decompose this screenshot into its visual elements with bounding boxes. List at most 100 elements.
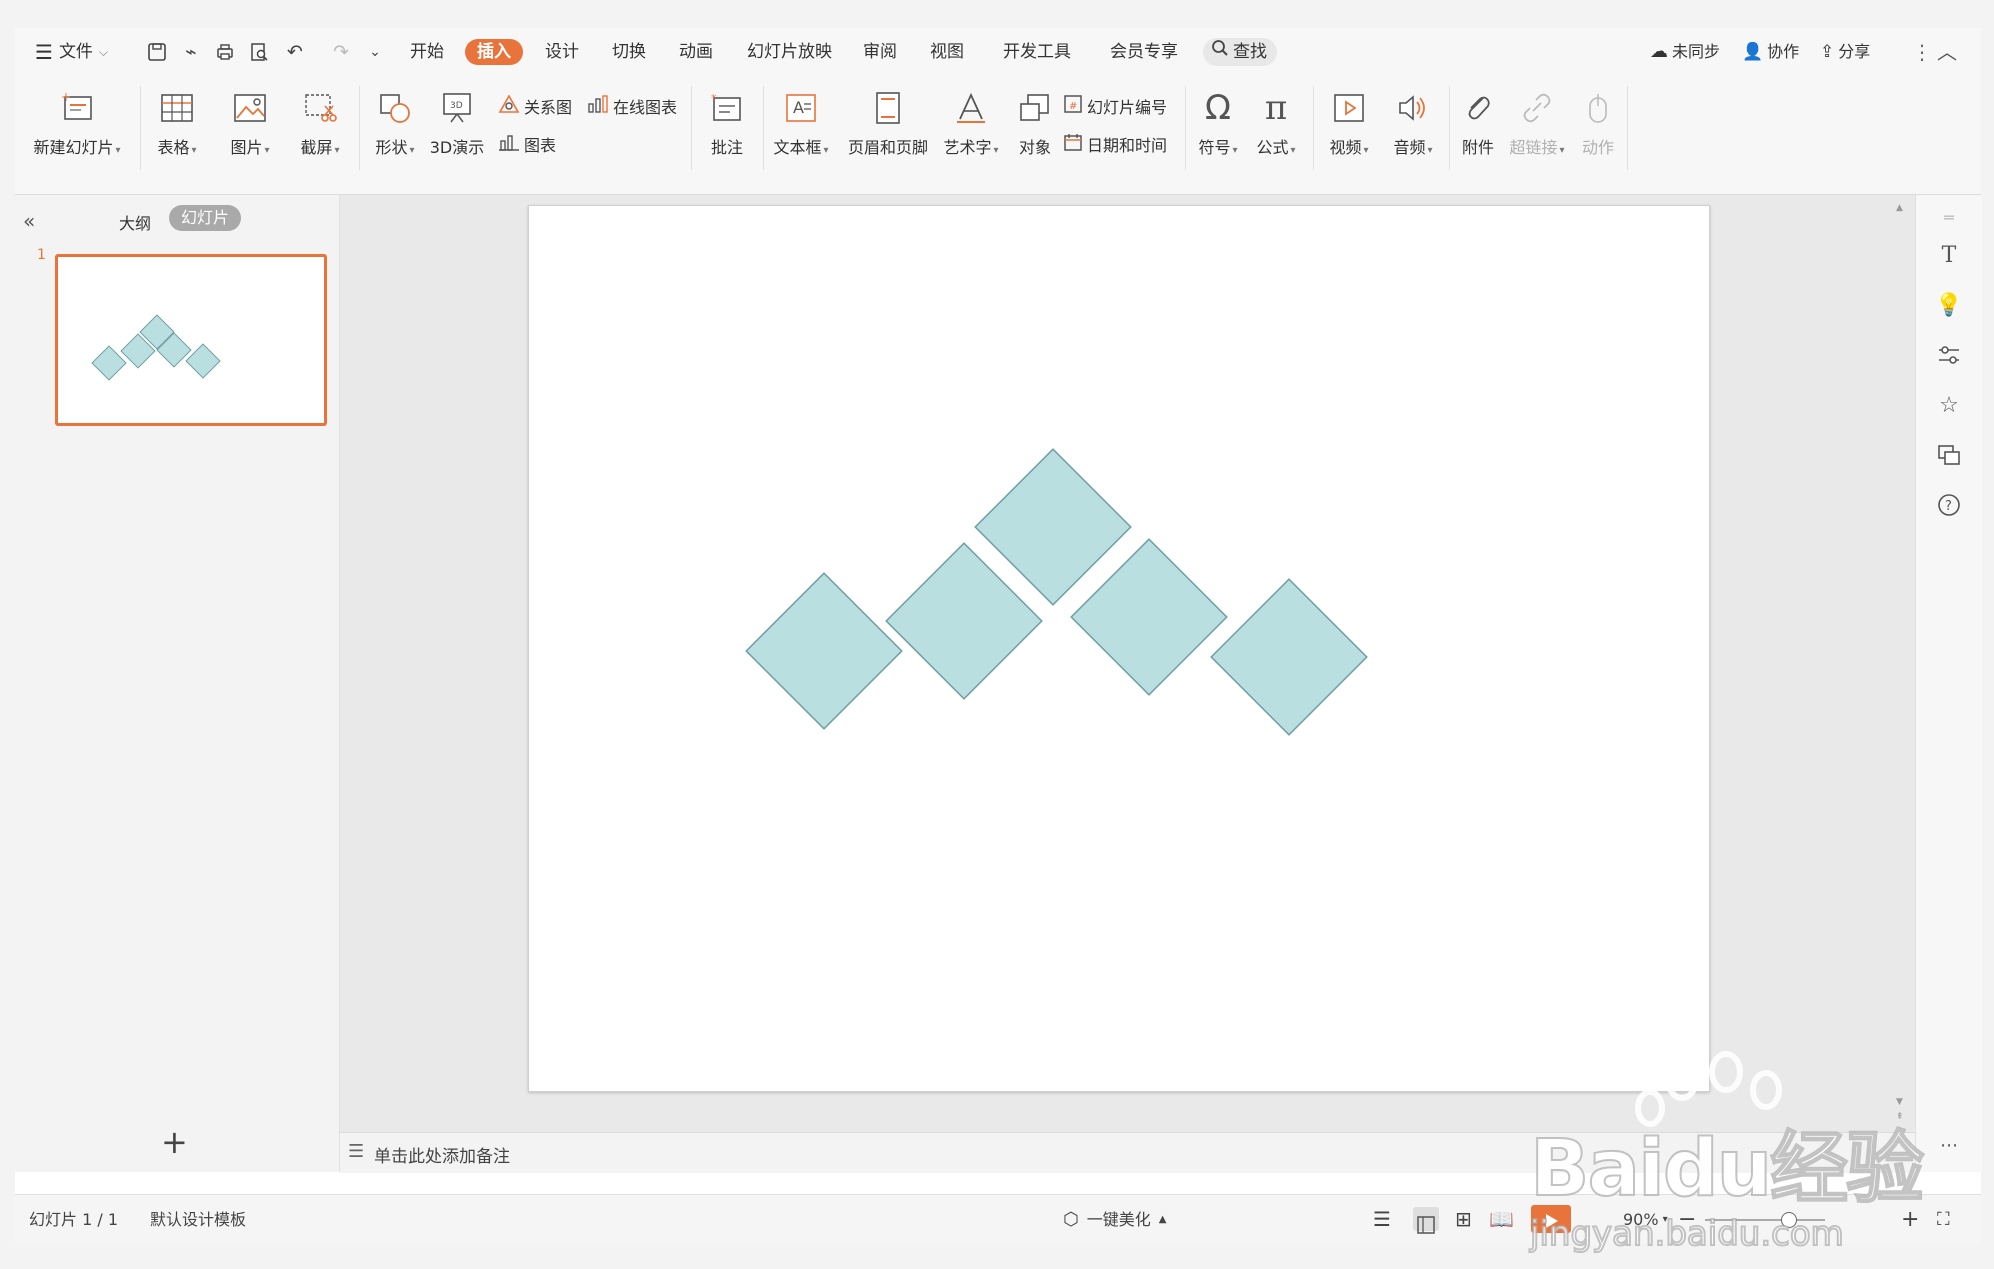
wordart-button[interactable]: 艺术字 ▾ <box>939 86 1003 158</box>
notes-toggle-icon[interactable]: ☰ <box>1373 1195 1391 1244</box>
tab-transitions[interactable]: 切换 <box>612 28 646 76</box>
text-tool-icon[interactable]: T <box>1916 237 1982 273</box>
video-button[interactable]: 视频 ▾ <box>1319 86 1379 158</box>
adjust-sliders-icon[interactable] <box>1916 337 1982 373</box>
play-slideshow-button[interactable] <box>1531 1195 1571 1244</box>
3d-demo-button[interactable]: 3D 3D演示 <box>427 86 487 158</box>
relation-diagram-button[interactable]: 关系图 <box>498 94 572 118</box>
svg-text:*: * <box>711 92 717 105</box>
action-button[interactable]: 动作 <box>1573 86 1623 158</box>
caret-down-icon: ▾ <box>1662 1214 1668 1225</box>
slide-transition-icon[interactable] <box>1916 437 1982 473</box>
print-icon[interactable] <box>211 38 239 66</box>
slide-number-button[interactable]: # 幻灯片编号 <box>1063 94 1167 118</box>
slide-sorter-icon[interactable]: ⊞ <box>1455 1195 1472 1244</box>
calendar-icon <box>1063 132 1083 156</box>
play-icon <box>1531 1205 1571 1233</box>
format-painter-icon[interactable]: ⌁ <box>177 38 205 66</box>
textbox-icon: A <box>767 86 835 130</box>
paperclip-icon <box>1453 86 1503 130</box>
beautify-button[interactable]: ⬡ 一键美化 ▲ <box>1063 1195 1166 1244</box>
zoom-in-icon[interactable]: + <box>1901 1195 1919 1244</box>
3d-screen-icon: 3D <box>427 86 487 130</box>
tab-member[interactable]: 会员专享 <box>1110 28 1178 76</box>
tab-review[interactable]: 审阅 <box>863 28 897 76</box>
ribbon-separator <box>1185 86 1186 170</box>
table-button[interactable]: 表格 ▾ <box>147 86 207 158</box>
zoom-dropdown[interactable]: 90% ▾ <box>1623 1195 1668 1244</box>
chevron-down-icon: ⌵ <box>98 45 109 59</box>
help-icon[interactable]: ? <box>1916 487 1982 523</box>
ribbon-separator <box>1627 86 1628 170</box>
slide-navigation-pane: « 大纲 幻灯片 1 + <box>15 195 340 1172</box>
cube-icon: ⬡ <box>1063 1209 1079 1230</box>
redo-icon[interactable]: ↷ <box>327 38 355 66</box>
header-footer-button[interactable]: 页眉和页脚 <box>843 86 933 158</box>
picture-button[interactable]: 图片 ▾ <box>220 86 280 158</box>
print-preview-icon[interactable] <box>245 38 273 66</box>
fit-window-icon[interactable]: ⛶ <box>1937 1195 1950 1244</box>
datetime-button[interactable]: 日期和时间 <box>1063 132 1167 156</box>
collapse-pane-icon[interactable]: « <box>23 209 35 233</box>
vertical-scrollbar[interactable] <box>1894 215 1908 1105</box>
share-button[interactable]: ⇪ 分享 <box>1820 28 1870 76</box>
object-button[interactable]: 对象 <box>1009 86 1061 158</box>
collab-button[interactable]: 👤 协作 <box>1742 28 1799 76</box>
attachment-button[interactable]: 附件 <box>1453 86 1503 158</box>
tab-home[interactable]: 开始 <box>410 28 444 76</box>
user-plus-icon: 👤 <box>1742 42 1764 62</box>
tab-slides[interactable]: 幻灯片 <box>169 205 242 231</box>
collapse-ribbon-icon[interactable]: ︿ <box>1937 28 1957 76</box>
svg-text:#: # <box>1069 101 1077 112</box>
omega-icon: Ω <box>1205 88 1231 128</box>
audio-button[interactable]: 音频 ▾ <box>1383 86 1443 158</box>
formula-button[interactable]: π 公式 ▾ <box>1248 86 1304 158</box>
search-box[interactable]: 查找 <box>1203 38 1277 66</box>
template-name[interactable]: 默认设计模板 <box>150 1195 246 1244</box>
diamond-shape-5[interactable] <box>1210 578 1368 736</box>
slide-canvas[interactable] <box>528 205 1710 1092</box>
tab-view[interactable]: 视图 <box>930 28 964 76</box>
wordart-icon <box>939 86 1003 130</box>
tab-animations[interactable]: 动画 <box>679 28 713 76</box>
picture-icon <box>220 86 280 130</box>
drag-handle-icon[interactable]: ═ <box>1916 199 1982 235</box>
notes-bar[interactable]: ☰ 单击此处添加备注 <box>340 1132 1915 1173</box>
comment-button[interactable]: * 批注 <box>697 86 757 158</box>
more-menu-icon[interactable]: ⋮ <box>1912 28 1932 76</box>
link-icon <box>1505 86 1569 130</box>
star-animation-icon[interactable]: ☆ <box>1916 387 1982 423</box>
sync-status[interactable]: ☁ 未同步 <box>1650 28 1720 76</box>
undo-icon[interactable]: ↶ <box>281 38 309 66</box>
slide-thumbnail[interactable] <box>55 254 327 426</box>
save-icon[interactable] <box>143 38 171 66</box>
file-menu[interactable]: ☰ 文件 ⌵ <box>35 28 108 76</box>
svg-text:A: A <box>793 98 804 117</box>
tab-insert[interactable]: 插入 <box>465 39 523 65</box>
zoom-slider-track[interactable] <box>1705 1219 1825 1221</box>
shape-button[interactable]: 形状 ▾ <box>365 86 425 158</box>
tab-design[interactable]: 设计 <box>545 28 579 76</box>
more-options-icon[interactable]: ⋯ <box>1916 1127 1982 1163</box>
new-slide-button[interactable]: + 新建幻灯片 ▾ <box>27 86 127 158</box>
tab-outline[interactable]: 大纲 <box>119 210 151 234</box>
chart-button[interactable]: 图表 <box>498 132 556 156</box>
lightbulb-icon[interactable]: 💡 <box>1916 287 1982 323</box>
tab-slideshow[interactable]: 幻灯片放映 <box>747 28 832 76</box>
ribbon-separator <box>359 86 360 170</box>
screenshot-button[interactable]: 截屏 ▾ <box>290 86 350 158</box>
ribbon-separator <box>140 86 141 170</box>
add-slide-icon[interactable]: + <box>161 1123 188 1161</box>
diamond-shape-1[interactable] <box>745 572 903 730</box>
zoom-out-icon[interactable]: − <box>1678 1195 1696 1244</box>
reading-view-icon[interactable]: 📖 <box>1489 1195 1514 1244</box>
hyperlink-button[interactable]: 超链接 ▾ <box>1505 86 1569 158</box>
normal-view-button[interactable] <box>1413 1195 1439 1244</box>
quick-access-dropdown-icon[interactable]: ⌄ <box>361 38 389 66</box>
online-chart-button[interactable]: 在线图表 <box>587 94 677 118</box>
scroll-up-icon[interactable]: ▲ <box>1896 203 1903 213</box>
tab-developer[interactable]: 开发工具 <box>1003 28 1071 76</box>
textbox-button[interactable]: A 文本框 ▾ <box>767 86 835 158</box>
symbol-button[interactable]: Ω 符号 ▾ <box>1190 86 1246 158</box>
zoom-slider-thumb[interactable] <box>1781 1212 1797 1228</box>
